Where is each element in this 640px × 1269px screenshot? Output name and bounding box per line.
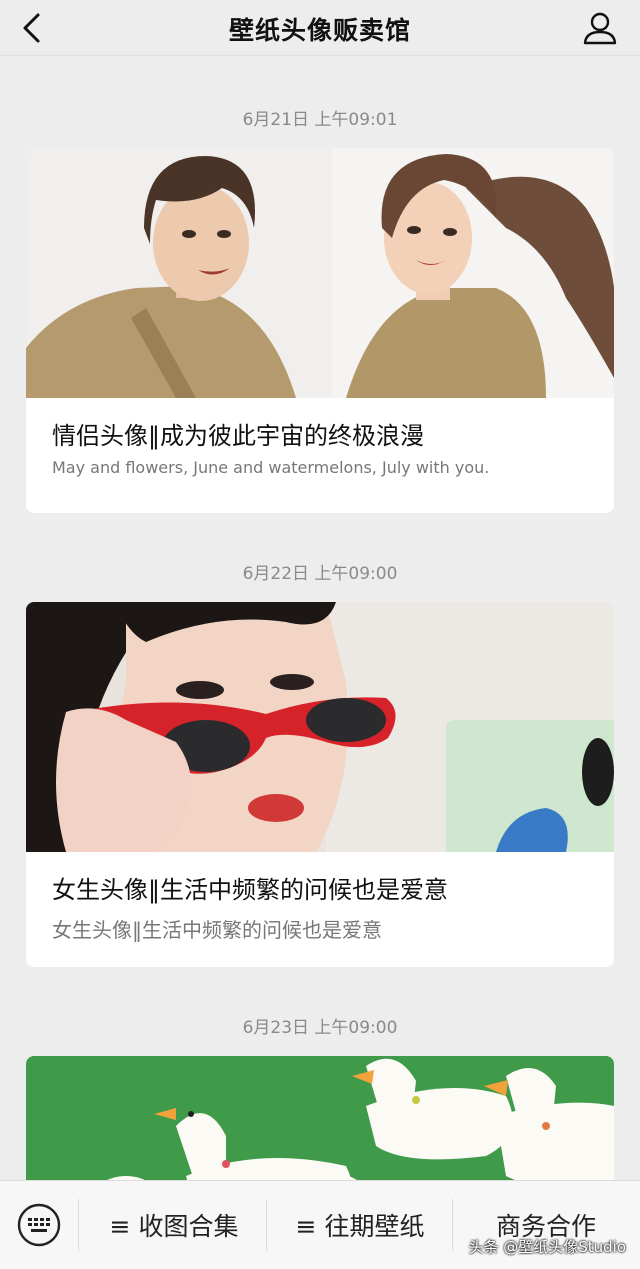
keyboard-icon[interactable] bbox=[16, 1202, 62, 1248]
top-nav-bar: 壁纸头像贩卖馆 bbox=[0, 0, 640, 56]
post-timestamp: 6月23日 上午09:00 bbox=[242, 1018, 398, 1038]
couple-avatar-image bbox=[26, 148, 614, 398]
article-card[interactable]: 女生头像‖生活中频繁的问候也是爱意 女生头像‖生活中频繁的问候也是爱意 bbox=[26, 602, 614, 967]
article-card[interactable]: 情侣头像‖成为彼此宇宙的终极浪漫 May and flowers, June a… bbox=[26, 148, 614, 513]
menu-divider bbox=[78, 1199, 79, 1251]
girl-sunglasses-image bbox=[26, 602, 614, 852]
menu-button-past-wallpapers[interactable]: ≡ 往期壁纸 bbox=[272, 1207, 448, 1243]
profile-person-icon[interactable] bbox=[580, 8, 620, 48]
menu-button-collections[interactable]: ≡ 收图合集 bbox=[86, 1207, 262, 1243]
article-title: 情侣头像‖成为彼此宇宙的终极浪漫 bbox=[52, 422, 424, 450]
article-subtitle: May and flowers, June and watermelons, J… bbox=[52, 458, 490, 477]
article-title: 女生头像‖生活中频繁的问候也是爱意 bbox=[52, 876, 448, 904]
watermark-text: 头条 @壁纸头像Studio bbox=[468, 1238, 626, 1256]
article-subtitle: 女生头像‖生活中频繁的问候也是爱意 bbox=[52, 918, 382, 942]
menu-divider bbox=[452, 1199, 453, 1251]
page-title: 壁纸头像贩卖馆 bbox=[228, 16, 411, 45]
post-timestamp: 6月22日 上午09:00 bbox=[242, 564, 398, 584]
post-timestamp: 6月21日 上午09:01 bbox=[242, 110, 398, 130]
menu-divider bbox=[266, 1199, 267, 1251]
